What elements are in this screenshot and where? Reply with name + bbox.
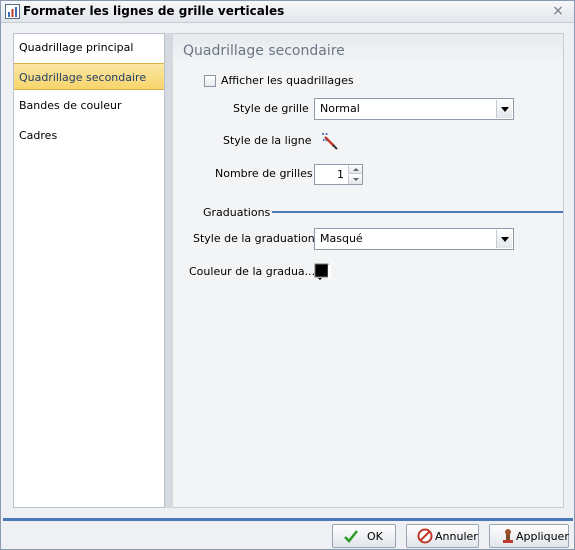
show-grids-label: Afficher les quadrillages <box>221 74 354 87</box>
nav-item-cadres[interactable]: Cadres <box>14 122 164 149</box>
panel-splitter[interactable] <box>165 33 173 508</box>
nav-item-bandes-de-couleur[interactable]: Bandes de couleur <box>14 92 164 119</box>
group-divider <box>272 211 563 213</box>
format-vertical-gridlines-dialog: Formater les lignes de grille verticales… <box>0 0 575 550</box>
grid-style-label: Style de grille <box>233 102 309 115</box>
decrement-icon[interactable] <box>348 175 362 184</box>
nav-item-quadrillage-secondaire[interactable]: Quadrillage secondaire <box>14 63 164 90</box>
grid-style-value: Normal <box>320 102 360 115</box>
close-icon[interactable]: × <box>550 3 566 19</box>
ok-label: OK <box>367 530 383 543</box>
line-style-label: Style de la ligne <box>223 134 312 147</box>
nav-item-label: Quadrillage principal <box>19 41 134 54</box>
settings-panel: Quadrillage secondaire Afficher les quad… <box>173 33 564 508</box>
chevron-down-icon[interactable] <box>496 230 512 248</box>
graduations-group-label: Graduations <box>203 206 271 219</box>
grid-count-label: Nombre de grilles <box>215 167 313 180</box>
cancel-icon <box>417 528 433 544</box>
checkmark-icon <box>344 530 358 543</box>
chevron-down-icon[interactable] <box>496 100 512 118</box>
pen-style-icon[interactable] <box>320 131 340 151</box>
graduation-style-select[interactable]: Masqué <box>314 228 514 250</box>
nav-item-label: Bandes de couleur <box>19 99 122 112</box>
grid-style-select[interactable]: Normal <box>314 98 514 120</box>
ok-button[interactable]: OK <box>332 524 396 548</box>
apply-stamp-icon <box>503 529 513 543</box>
grid-count-stepper[interactable]: 1 <box>314 164 363 185</box>
graduation-color-label: Couleur de la gradua... <box>189 265 316 278</box>
footer-divider <box>3 518 573 521</box>
increment-icon[interactable] <box>348 165 362 174</box>
section-title: Quadrillage secondaire <box>183 43 345 59</box>
graduation-style-value: Masqué <box>320 232 363 245</box>
chart-format-icon <box>5 4 20 19</box>
apply-button[interactable]: Appliquer <box>489 524 569 548</box>
category-list: Quadrillage principal Quadrillage second… <box>13 33 165 508</box>
apply-label: Appliquer <box>516 530 569 543</box>
nav-item-label: Cadres <box>19 129 58 142</box>
cancel-button[interactable]: Annuler <box>406 524 479 548</box>
title-bar[interactable]: Formater les lignes de grille verticales… <box>1 1 574 23</box>
show-grids-checkbox[interactable] <box>204 75 216 87</box>
nav-item-quadrillage-principal[interactable]: Quadrillage principal <box>14 34 164 61</box>
nav-item-label: Quadrillage secondaire <box>19 71 147 84</box>
graduation-style-label: Style de la graduation <box>193 232 315 245</box>
graduation-color-picker[interactable] <box>314 263 332 281</box>
grid-count-value: 1 <box>337 168 344 181</box>
cancel-label: Annuler <box>435 530 478 543</box>
dialog-title: Formater les lignes de grille verticales <box>23 4 285 18</box>
